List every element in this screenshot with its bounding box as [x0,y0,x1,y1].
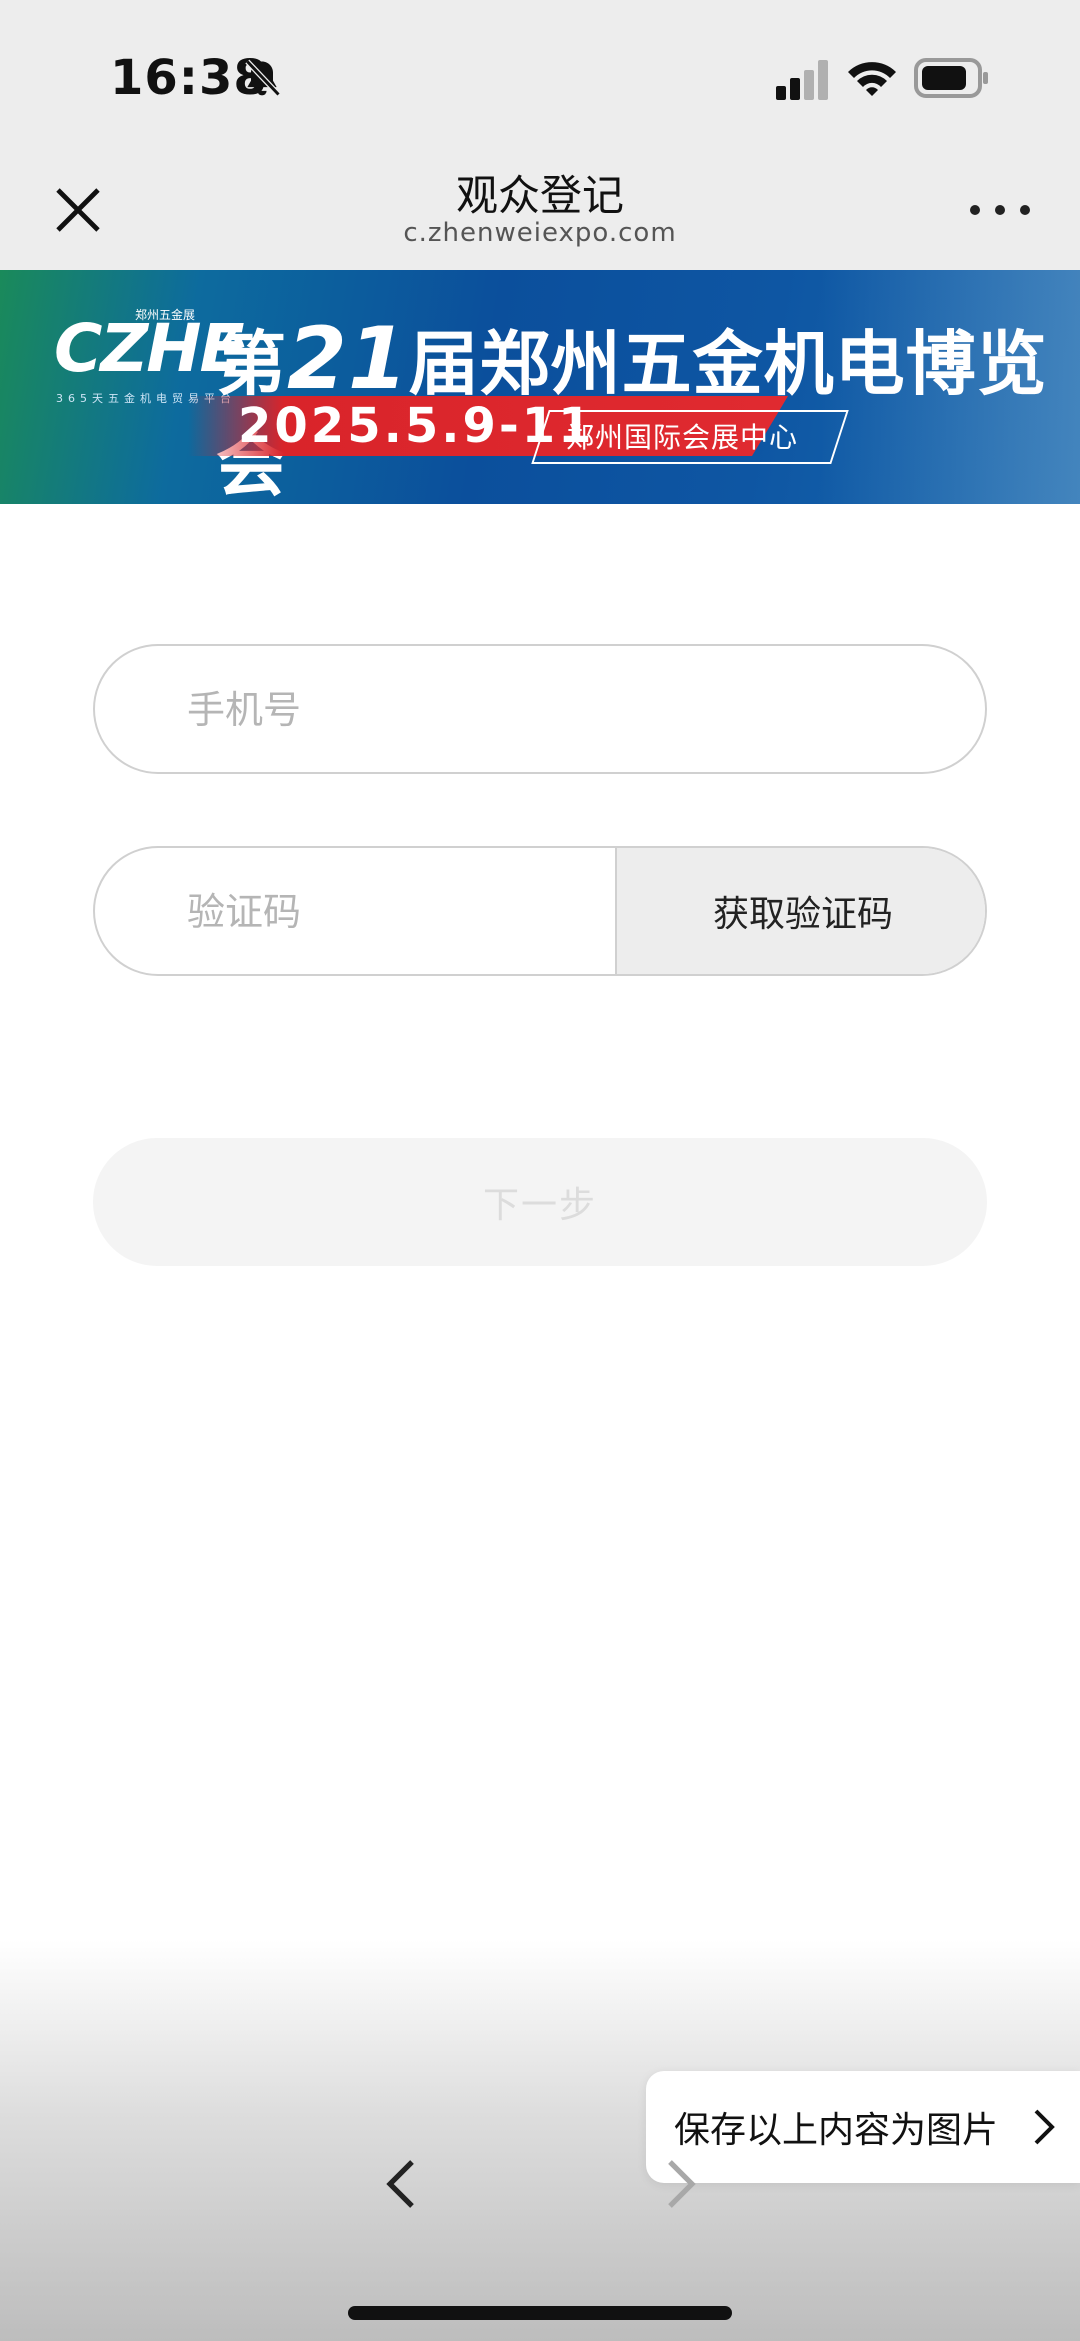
battery-icon [914,58,988,98]
wifi-icon [848,62,896,96]
event-banner: 郑州五金展 CZHE 365天五金机电贸易平台 第21届郑州五金机电博览会 20… [0,270,1080,504]
verification-code-field[interactable]: 获取验证码 [93,846,987,976]
get-code-button[interactable]: 获取验证码 [615,848,985,974]
banner-title-pre: 第 [216,323,287,405]
page-url: c.zhenweiexpo.com [403,218,677,248]
czhe-logo: CZHE [54,310,245,387]
chevron-right-icon [1034,2109,1055,2145]
back-arrow-icon[interactable] [382,2156,422,2212]
save-as-image-label: 保存以上内容为图片 [674,2110,999,2151]
home-indicator[interactable] [348,2306,732,2320]
phone-field[interactable] [93,644,987,774]
phone-input[interactable] [185,646,949,774]
more-icon[interactable] [970,182,1030,238]
forward-arrow-icon[interactable] [660,2156,700,2212]
nav-bar: 观众登记 c.zhenweiexpo.com [0,160,1080,270]
bell-slash-icon [245,59,281,97]
banner-title-number: 21 [287,309,409,409]
next-button[interactable]: 下一步 [93,1138,987,1266]
cellular-signal-icon [776,60,828,100]
page-title: 观众登记 [455,171,624,220]
event-venue: 郑州国际会展中心 [566,421,799,454]
status-bar: 16:38 [0,0,1080,160]
save-as-image-button[interactable]: 保存以上内容为图片 [646,2071,1080,2183]
more-dot [970,205,980,215]
verification-code-input[interactable] [185,848,609,974]
more-dot [1020,205,1030,215]
more-dot [995,205,1005,215]
